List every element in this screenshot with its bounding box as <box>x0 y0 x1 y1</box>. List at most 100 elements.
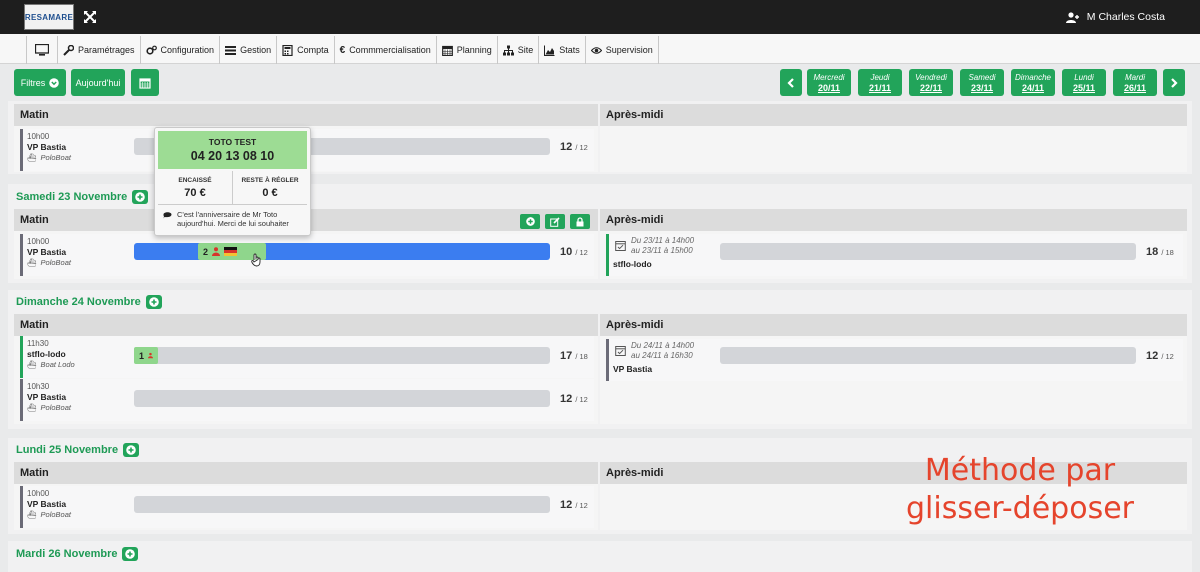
nav-label: Paramétrages <box>78 45 135 55</box>
chip-count: 2 <box>203 246 209 257</box>
afternoon-panel: Après-midi Du 23/11 à 14h00 au 23/11 à 15… <box>600 209 1187 279</box>
day-name: Mercredi <box>813 72 845 82</box>
booking-bar[interactable] <box>134 390 550 407</box>
slot-boat: VP Bastia <box>27 142 67 152</box>
day-button[interactable]: Samedi 23/11 <box>960 69 1004 96</box>
day-button[interactable]: Mardi 26/11 <box>1113 69 1157 96</box>
prev-week-button[interactable] <box>780 69 802 96</box>
nav-configuration[interactable]: Configuration <box>141 36 221 64</box>
add-slot-button[interactable] <box>132 190 149 204</box>
nav-label: Stats <box>559 45 580 55</box>
fullscreen-icon[interactable] <box>83 10 97 24</box>
add-slot-button[interactable] <box>145 295 162 309</box>
nav-label: Gestion <box>240 45 272 55</box>
day-name: Samedi <box>968 72 996 82</box>
booking-bar[interactable] <box>134 243 550 260</box>
nav-planning[interactable]: Planning <box>437 36 498 64</box>
capacity-booked: 12 <box>560 141 573 153</box>
area-chart-icon <box>544 45 555 56</box>
day-date: 23/11 <box>970 82 994 93</box>
lock-button[interactable] <box>570 214 590 229</box>
add-button[interactable] <box>520 214 540 229</box>
day-button[interactable]: Vendredi 22/11 <box>909 69 953 96</box>
tutorial-caption: Méthode par glisser-déposer <box>870 452 1170 528</box>
slot-company: ⛴ PoloBoat <box>27 258 71 267</box>
company-name: PoloBoat <box>40 403 71 412</box>
booking-chip[interactable]: 1 <box>134 347 158 364</box>
edit-button[interactable] <box>545 214 565 229</box>
calendar-picker-button[interactable] <box>131 69 159 96</box>
day-title: Dimanche 24 Novembre <box>16 295 162 309</box>
day-title: Lundi 25 Novembre <box>16 443 140 457</box>
user-menu[interactable]: M Charles Costa <box>1065 11 1165 23</box>
logo-text: RESAMARE <box>24 12 74 22</box>
calendar-icon <box>441 45 453 56</box>
nav-dashboard[interactable] <box>27 36 58 64</box>
company-name: PoloBoat <box>40 153 71 162</box>
slot-company: ⛴ Boat Lodo <box>27 360 75 369</box>
nav-site[interactable]: Site <box>498 36 540 64</box>
popover-header: TOTO TEST 04 20 13 08 10 <box>158 131 307 169</box>
booking-bar[interactable] <box>134 347 550 364</box>
date-end: au 24/11 à 16h30 <box>631 351 693 360</box>
filters-button[interactable]: Filtres <box>14 69 66 96</box>
nav-commercialisation[interactable]: € Commmercialisation <box>335 36 437 64</box>
day-date: 20/11 <box>817 82 841 93</box>
day-name: Mardi <box>1124 72 1145 82</box>
calendar-check-icon <box>615 346 626 356</box>
day-button[interactable]: Mercredi 20/11 <box>807 69 851 96</box>
payment-summary: ENCAISSÉ 70 € RESTE À RÉGLER 0 € <box>158 171 307 205</box>
day-name: Dimanche <box>1014 72 1051 82</box>
today-button[interactable]: Aujourd'hui <box>71 69 125 96</box>
app-logo[interactable]: RESAMARE <box>24 4 74 30</box>
nav-label: Site <box>517 45 534 55</box>
capacity-booked: 12 <box>560 499 573 511</box>
next-week-button[interactable] <box>1163 69 1185 96</box>
slot-company: ⛴ PoloBoat <box>27 510 71 519</box>
company-name: Boat Lodo <box>40 360 75 369</box>
nav-supervision[interactable]: Supervision <box>586 36 659 64</box>
nav-compta[interactable]: Compta <box>277 36 335 64</box>
slot-boat: VP Bastia <box>613 364 653 374</box>
morning-panel: Matin 11h30 stflo-lodo ⛴ Boat Lodo 1 17 /… <box>14 314 598 424</box>
customer-name: TOTO TEST <box>208 137 257 147</box>
day-button[interactable]: Lundi 25/11 <box>1062 69 1106 96</box>
afternoon-panel: Après-midi <box>600 104 1187 172</box>
main-nav-bar: Paramétrages Configuration Gestion Compt… <box>0 34 1200 64</box>
capacity-total: / 18 <box>1161 248 1174 257</box>
top-header: RESAMARE M Charles Costa <box>0 0 1200 34</box>
booking-bar[interactable] <box>720 347 1136 364</box>
plus-circle-icon <box>126 445 136 455</box>
booking-popover: TOTO TEST 04 20 13 08 10 ENCAISSÉ 70 € R… <box>154 127 311 236</box>
capacity-total: / 12 <box>575 143 588 152</box>
company-name: PoloBoat <box>40 510 71 519</box>
ship-icon: ⛴ <box>27 510 37 519</box>
remaining-column: RESTE À RÉGLER 0 € <box>233 171 307 204</box>
remaining-label: RESTE À RÉGLER <box>241 177 299 184</box>
ship-icon: ⛴ <box>27 360 37 369</box>
nav-gestion[interactable]: Gestion <box>220 36 278 64</box>
day-name: Vendredi <box>915 72 947 82</box>
capacity-total: / 12 <box>1161 352 1174 361</box>
booking-bar[interactable] <box>720 243 1136 260</box>
nav-parametrages[interactable]: Paramétrages <box>58 36 141 64</box>
slot-company: ⛴ PoloBoat <box>27 153 71 162</box>
capacity-booked: 12 <box>560 393 573 405</box>
customer-phone[interactable]: 04 20 13 08 10 <box>158 147 307 163</box>
paid-label: ENCAISSÉ <box>178 177 212 184</box>
capacity-booked: 10 <box>560 246 573 258</box>
day-title-text: Lundi 25 Novembre <box>16 444 119 456</box>
nav-stats[interactable]: Stats <box>539 36 586 64</box>
slot-boat: VP Bastia <box>27 247 67 257</box>
slot-time: 10h00 <box>27 489 50 498</box>
day-selector: Mercredi 20/11 Jeudi 21/11 Vendredi 22/11 S… <box>807 69 1157 96</box>
add-slot-button[interactable] <box>123 443 140 457</box>
filters-label: Filtres <box>20 77 46 88</box>
add-slot-button[interactable] <box>122 547 139 561</box>
remaining-value: 0 € <box>262 187 278 199</box>
person-icon <box>148 352 153 359</box>
day-button[interactable]: Jeudi 21/11 <box>858 69 902 96</box>
booking-bar[interactable] <box>134 496 550 513</box>
date-start: Du 23/11 à 14h00 <box>631 236 695 245</box>
day-button[interactable]: Dimanche 24/11 <box>1011 69 1055 96</box>
